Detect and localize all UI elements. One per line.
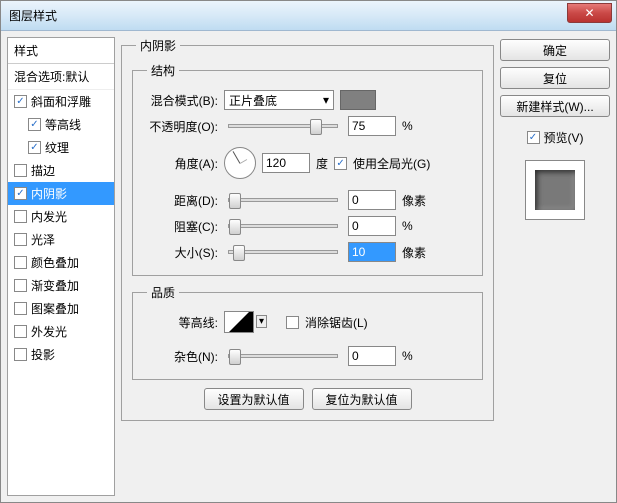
noise-slider[interactable] <box>228 354 338 358</box>
style-item-label: 等高线 <box>45 116 108 133</box>
new-style-button[interactable]: 新建样式(W)... <box>500 95 610 117</box>
style-item[interactable]: 描边 <box>8 159 114 182</box>
panel-title: 内阴影 <box>136 37 180 54</box>
style-item-checkbox[interactable] <box>28 141 41 154</box>
opacity-unit: % <box>402 119 432 133</box>
close-icon: ✕ <box>584 6 594 20</box>
style-item-label: 颜色叠加 <box>31 254 108 271</box>
color-swatch[interactable] <box>340 90 376 110</box>
distance-slider[interactable] <box>228 198 338 202</box>
style-item-checkbox[interactable] <box>14 302 27 315</box>
window-title: 图层样式 <box>9 7 57 24</box>
style-item-checkbox[interactable] <box>14 279 27 292</box>
angle-dial[interactable] <box>224 147 256 179</box>
style-item[interactable]: 纹理 <box>8 136 114 159</box>
titlebar: 图层样式 ✕ <box>1 1 616 31</box>
style-item[interactable]: 渐变叠加 <box>8 274 114 297</box>
sidebar-header: 样式 <box>8 38 114 64</box>
style-list: 斜面和浮雕等高线纹理描边内阴影内发光光泽颜色叠加渐变叠加图案叠加外发光投影 <box>8 90 114 495</box>
sidebar-subheader[interactable]: 混合选项:默认 <box>8 64 114 90</box>
ok-button[interactable]: 确定 <box>500 39 610 61</box>
opacity-label: 不透明度(O): <box>143 118 218 135</box>
global-light-checkbox[interactable] <box>334 157 347 170</box>
style-item[interactable]: 外发光 <box>8 320 114 343</box>
size-input[interactable] <box>348 242 396 262</box>
antialias-checkbox[interactable] <box>286 316 299 329</box>
style-item-checkbox[interactable] <box>14 187 27 200</box>
style-item-checkbox[interactable] <box>14 164 27 177</box>
style-item[interactable]: 内发光 <box>8 205 114 228</box>
noise-label: 杂色(N): <box>143 348 218 365</box>
distance-input[interactable] <box>348 190 396 210</box>
make-default-button[interactable]: 设置为默认值 <box>204 388 304 410</box>
reset-default-button[interactable]: 复位为默认值 <box>312 388 412 410</box>
choke-unit: % <box>402 219 432 233</box>
style-sidebar: 样式 混合选项:默认 斜面和浮雕等高线纹理描边内阴影内发光光泽颜色叠加渐变叠加图… <box>7 37 115 496</box>
style-item-checkbox[interactable] <box>14 256 27 269</box>
style-item-checkbox[interactable] <box>14 325 27 338</box>
contour-picker[interactable] <box>224 311 254 333</box>
quality-legend: 品质 <box>147 284 179 301</box>
close-button[interactable]: ✕ <box>567 3 612 23</box>
style-item[interactable]: 颜色叠加 <box>8 251 114 274</box>
style-item-label: 描边 <box>31 162 108 179</box>
style-item-label: 内阴影 <box>31 185 108 202</box>
choke-slider[interactable] <box>228 224 338 228</box>
action-panel: 确定 复位 新建样式(W)... 预览(V) <box>500 37 610 496</box>
preview-box <box>525 160 585 220</box>
preview-texture <box>535 170 575 210</box>
opacity-slider[interactable] <box>228 124 338 128</box>
style-item-label: 斜面和浮雕 <box>31 93 108 110</box>
global-light-label: 使用全局光(G) <box>353 155 430 172</box>
style-item-label: 内发光 <box>31 208 108 225</box>
choke-label: 阻塞(C): <box>143 218 218 235</box>
angle-label: 角度(A): <box>143 155 218 172</box>
noise-input[interactable] <box>348 346 396 366</box>
style-item-label: 投影 <box>31 346 108 363</box>
structure-legend: 结构 <box>147 62 179 79</box>
distance-unit: 像素 <box>402 192 432 209</box>
angle-input[interactable] <box>262 153 310 173</box>
size-unit: 像素 <box>402 244 432 261</box>
style-item-checkbox[interactable] <box>14 210 27 223</box>
size-label: 大小(S): <box>143 244 218 261</box>
quality-fieldset: 品质 等高线: 消除锯齿(L) 杂色(N): % <box>132 284 483 380</box>
distance-label: 距离(D): <box>143 192 218 209</box>
blend-mode-dropdown[interactable]: 正片叠底 <box>224 90 334 110</box>
layer-style-dialog: 图层样式 ✕ 样式 混合选项:默认 斜面和浮雕等高线纹理描边内阴影内发光光泽颜色… <box>0 0 617 503</box>
choke-input[interactable] <box>348 216 396 236</box>
blend-mode-value: 正片叠底 <box>229 92 277 109</box>
style-item-label: 纹理 <box>45 139 108 156</box>
settings-panel: 内阴影 结构 混合模式(B): 正片叠底 不透明度(O): <box>121 37 494 496</box>
contour-label: 等高线: <box>143 314 218 331</box>
angle-unit: 度 <box>316 155 328 172</box>
style-item[interactable]: 光泽 <box>8 228 114 251</box>
style-item-checkbox[interactable] <box>14 95 27 108</box>
style-item-label: 渐变叠加 <box>31 277 108 294</box>
preview-label: 预览(V) <box>544 129 584 146</box>
style-item[interactable]: 等高线 <box>8 113 114 136</box>
antialias-label: 消除锯齿(L) <box>305 314 368 331</box>
style-item[interactable]: 内阴影 <box>8 182 114 205</box>
preview-checkbox[interactable] <box>527 131 540 144</box>
style-item[interactable]: 投影 <box>8 343 114 366</box>
opacity-input[interactable] <box>348 116 396 136</box>
inner-shadow-fieldset: 内阴影 结构 混合模式(B): 正片叠底 不透明度(O): <box>121 37 494 421</box>
structure-fieldset: 结构 混合模式(B): 正片叠底 不透明度(O): % <box>132 62 483 276</box>
style-item-checkbox[interactable] <box>28 118 41 131</box>
style-item-checkbox[interactable] <box>14 348 27 361</box>
style-item-label: 图案叠加 <box>31 300 108 317</box>
size-slider[interactable] <box>228 250 338 254</box>
style-item[interactable]: 图案叠加 <box>8 297 114 320</box>
noise-unit: % <box>402 349 432 363</box>
blend-mode-label: 混合模式(B): <box>143 92 218 109</box>
style-item-checkbox[interactable] <box>14 233 27 246</box>
style-item-label: 光泽 <box>31 231 108 248</box>
style-item[interactable]: 斜面和浮雕 <box>8 90 114 113</box>
style-item-label: 外发光 <box>31 323 108 340</box>
reset-button[interactable]: 复位 <box>500 67 610 89</box>
